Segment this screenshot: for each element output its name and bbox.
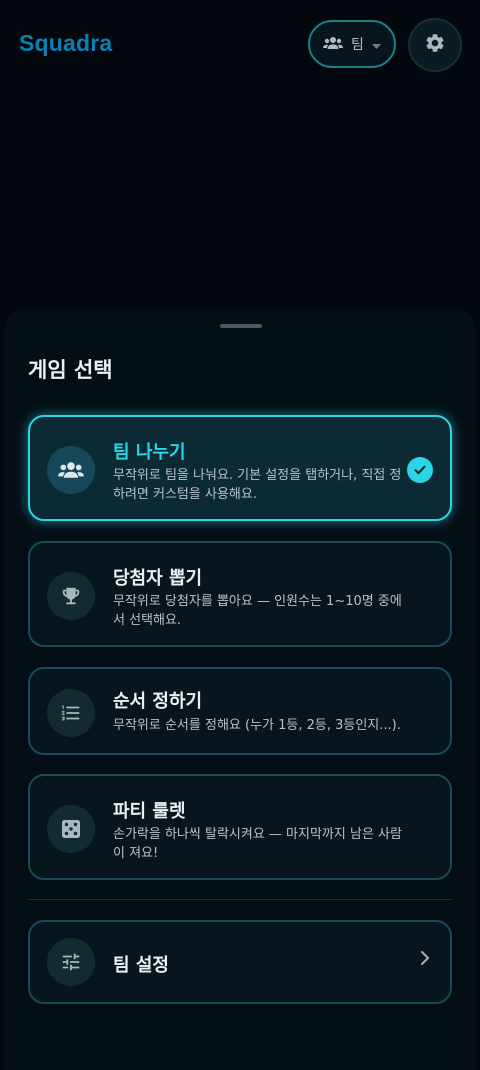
settings-button[interactable] <box>408 18 462 72</box>
dice-icon <box>47 805 95 853</box>
top-bar: Squadra 팀 <box>0 0 480 90</box>
sheet-title: 게임 선택 <box>28 358 113 382</box>
game-title: 팀 나누기 <box>113 442 186 463</box>
game-card-winner-pick[interactable]: 당첨자 뽑기 무작위로 당첨자를 뽑아요 — 인원수는 1~10명 중에서 선택… <box>28 541 452 647</box>
gear-icon <box>424 32 446 58</box>
tune-icon <box>47 938 95 986</box>
group-icon <box>323 35 344 54</box>
game-card-ordering[interactable]: 순서 정하기 무작위로 순서를 정해요 (누가 1등, 2등, 3등인지...)… <box>28 667 452 755</box>
check-icon <box>407 457 433 483</box>
trophy-icon <box>47 572 95 620</box>
game-description: 무작위로 팀을 나눠요. 기본 설정을 탭하거나, 직접 정하려면 커스텀을 사… <box>113 468 402 502</box>
divider <box>28 899 452 900</box>
game-title: 당첨자 뽑기 <box>113 568 203 589</box>
team-settings-button[interactable]: 팀 설정 <box>28 920 452 1004</box>
game-card-party-roulette[interactable]: 파티 룰렛 손가락을 하나씩 탈락시켜요 — 마지막까지 남은 사람이 져요! <box>28 774 452 880</box>
groups-icon <box>47 446 95 494</box>
dropdown-arrow-icon <box>371 35 381 54</box>
game-title: 순서 정하기 <box>113 691 203 712</box>
team-selector-label: 팀 <box>351 37 364 53</box>
chevron-right-icon <box>420 950 430 970</box>
game-description: 손가락을 하나씩 탈락시켜요 — 마지막까지 남은 사람이 져요! <box>113 827 402 861</box>
game-title: 파티 룰렛 <box>113 801 186 822</box>
sheet-drag-handle[interactable] <box>220 324 262 328</box>
app-logo: Squadra <box>19 30 113 56</box>
numbered-list-icon <box>47 689 95 737</box>
game-card-team-split[interactable]: 팀 나누기 무작위로 팀을 나눠요. 기본 설정을 탭하거나, 직접 정하려면 … <box>28 415 452 521</box>
team-settings-label: 팀 설정 <box>113 955 169 976</box>
team-selector-button[interactable]: 팀 <box>308 20 396 68</box>
game-description: 무작위로 당첨자를 뽑아요 — 인원수는 1~10명 중에서 선택해요. <box>113 594 402 628</box>
game-select-sheet: 게임 선택 팀 나누기 무작위로 팀을 나눠요. 기본 설정을 탭하거나, 직접… <box>4 308 476 1070</box>
game-description: 무작위로 순서를 정해요 (누가 1등, 2등, 3등인지...). <box>113 718 401 733</box>
